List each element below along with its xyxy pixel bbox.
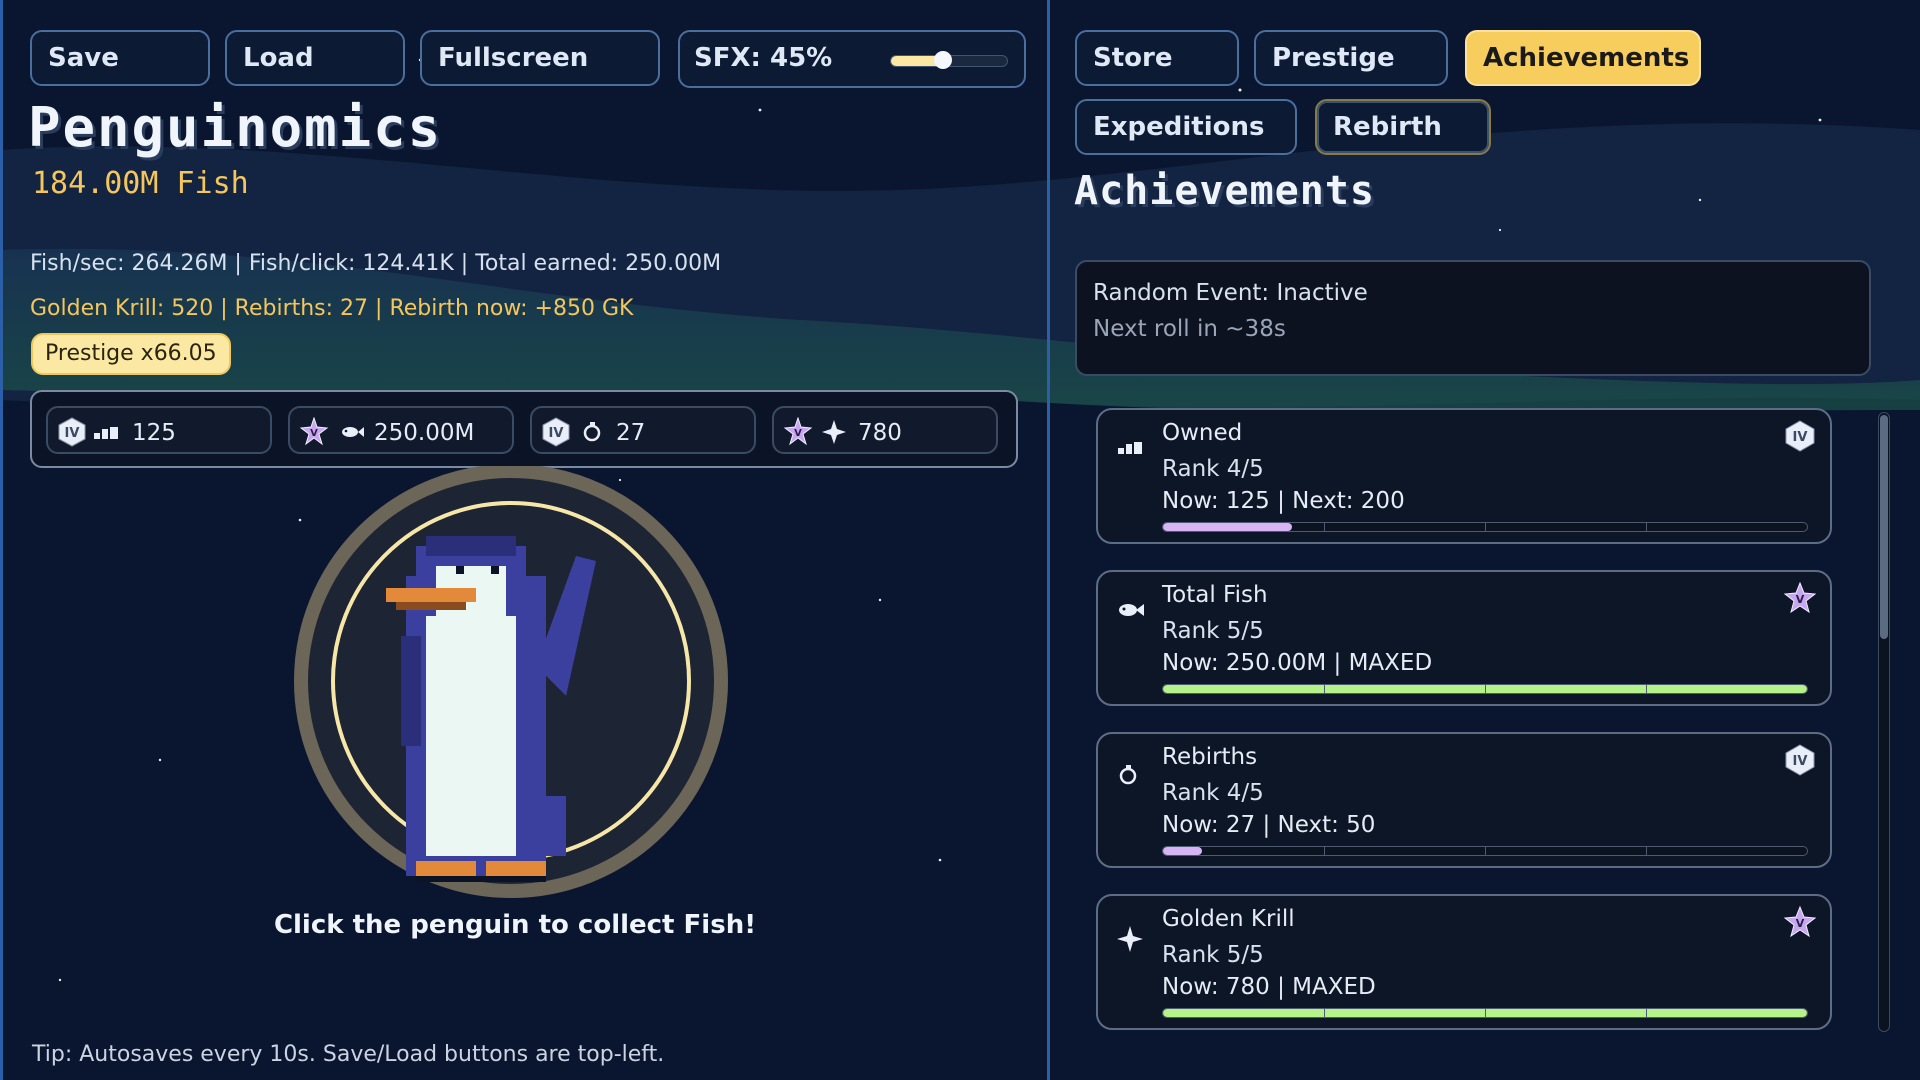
sfx-control: SFX: 45%: [678, 30, 1026, 88]
achievement-progress-text: Now: 27 | Next: 50: [1162, 812, 1376, 838]
achievement-progress-bar: [1162, 1008, 1808, 1018]
svg-text:IV: IV: [549, 426, 564, 441]
scrollbar-thumb[interactable]: [1880, 415, 1888, 639]
achievement-name: Total Fish: [1162, 582, 1268, 608]
achievement-progress-bar: [1162, 846, 1808, 856]
achievement-summary-bar: IV 125 V 250.00M IV 27 V 780: [30, 390, 1018, 468]
progress-tick: [1646, 847, 1647, 855]
progress-tick: [1646, 523, 1647, 531]
load-button[interactable]: Load: [225, 30, 405, 86]
tier-iv-badge-icon: IV: [1784, 744, 1816, 780]
random-event-next-roll: Next roll in ~38s: [1093, 316, 1286, 342]
rebirth-icon: [1116, 762, 1146, 790]
tier-v-star-icon: V: [299, 416, 370, 453]
achievement-chip-rebirths: IV 27: [530, 406, 756, 454]
tab-prestige[interactable]: Prestige: [1254, 30, 1448, 86]
chip-value: 27: [616, 420, 646, 446]
achievement-progress-bar: [1162, 684, 1808, 694]
progress-tick: [1485, 1009, 1486, 1017]
svg-text:V: V: [310, 428, 318, 439]
progress-tick: [1485, 685, 1486, 693]
progress-tick: [1324, 523, 1325, 531]
tier-iv-badge-icon: IV: [1784, 420, 1816, 456]
achievement-progress-bar: [1162, 522, 1808, 532]
achievement-name: Golden Krill: [1162, 906, 1295, 932]
achievement-name: Rebirths: [1162, 744, 1258, 770]
achievement-rank: Rank 5/5: [1162, 618, 1264, 644]
chip-value: 250.00M: [374, 420, 475, 446]
achievement-card-rebirths: Rebirths Rank 4/5 Now: 27 | Next: 50 IV: [1096, 732, 1832, 868]
achievements-scrollbar[interactable]: [1878, 412, 1890, 1032]
fish-count: 184.00M Fish: [32, 166, 249, 201]
achievement-card-total-fish: Total Fish Rank 5/5 Now: 250.00M | MAXED…: [1096, 570, 1832, 706]
game-title: Penguinomics: [28, 96, 443, 159]
svg-text:V: V: [1796, 917, 1805, 930]
progress-tick: [1485, 523, 1486, 531]
tab-rebirth[interactable]: Rebirth: [1315, 99, 1491, 155]
svg-text:IV: IV: [65, 426, 80, 441]
sfx-slider[interactable]: [890, 51, 1008, 69]
achievement-name: Owned: [1162, 420, 1243, 446]
achievement-chip-golden-krill: V 780: [772, 406, 998, 454]
progress-tick: [1324, 1009, 1325, 1017]
random-event-status: Random Event: Inactive: [1093, 280, 1368, 306]
sfx-slider-knob[interactable]: [934, 51, 953, 69]
svg-text:IV: IV: [1793, 430, 1808, 445]
svg-text:V: V: [794, 428, 802, 439]
autosave-tip: Tip: Autosaves every 10s. Save/Load butt…: [32, 1042, 665, 1067]
achievement-chip-owned: IV 125: [46, 406, 272, 454]
sparkle-icon: [1116, 924, 1146, 958]
tier-v-star-icon: V: [1783, 905, 1817, 942]
tier-iv-badge-icon: IV: [58, 417, 128, 453]
tier-v-star-icon: V: [1783, 581, 1817, 618]
stats-line-primary: Fish/sec: 264.26M | Fish/click: 124.41K …: [30, 251, 722, 276]
achievement-rank: Rank 4/5: [1162, 456, 1264, 482]
fish-icon: [1116, 600, 1146, 624]
stats-line-currency: Golden Krill: 520 | Rebirths: 27 | Rebir…: [30, 296, 634, 321]
prestige-multiplier-badge: Prestige x66.05: [31, 333, 231, 375]
progress-fill: [1163, 847, 1202, 855]
penguin-click-target[interactable]: [286, 466, 736, 916]
tab-expeditions[interactable]: Expeditions: [1075, 99, 1297, 155]
section-title: Achievements: [1074, 168, 1375, 214]
tab-achievements[interactable]: Achievements: [1465, 30, 1701, 86]
achievement-progress-text: Now: 125 | Next: 200: [1162, 488, 1405, 514]
tab-store[interactable]: Store: [1075, 30, 1239, 86]
owned-icon: [1116, 438, 1146, 462]
achievement-chip-fish: V 250.00M: [288, 406, 514, 454]
progress-tick: [1646, 1009, 1647, 1017]
progress-fill: [1163, 523, 1292, 531]
svg-text:V: V: [1796, 593, 1805, 606]
save-button[interactable]: Save: [30, 30, 210, 86]
progress-tick: [1324, 685, 1325, 693]
sfx-label: SFX: 45%: [694, 43, 833, 73]
achievement-progress-text: Now: 780 | MAXED: [1162, 974, 1376, 1000]
achievement-rank: Rank 5/5: [1162, 942, 1264, 968]
progress-tick: [1646, 685, 1647, 693]
achievement-progress-text: Now: 250.00M | MAXED: [1162, 650, 1433, 676]
achievement-card-golden-krill: Golden Krill Rank 5/5 Now: 780 | MAXED V: [1096, 894, 1832, 1030]
random-event-panel: Random Event: Inactive Next roll in ~38s: [1075, 260, 1871, 376]
tier-v-star-icon: V: [783, 416, 854, 453]
achievement-rank: Rank 4/5: [1162, 780, 1264, 806]
progress-tick: [1324, 847, 1325, 855]
svg-text:IV: IV: [1793, 754, 1808, 769]
achievement-card-owned: Owned Rank 4/5 Now: 125 | Next: 200 IV: [1096, 408, 1832, 544]
chip-value: 125: [132, 420, 176, 446]
chip-value: 780: [858, 420, 902, 446]
click-instruction: Click the penguin to collect Fish!: [273, 910, 757, 940]
progress-tick: [1485, 847, 1486, 855]
tier-iv-badge-icon: IV: [542, 417, 612, 453]
fullscreen-button[interactable]: Fullscreen: [420, 30, 660, 86]
